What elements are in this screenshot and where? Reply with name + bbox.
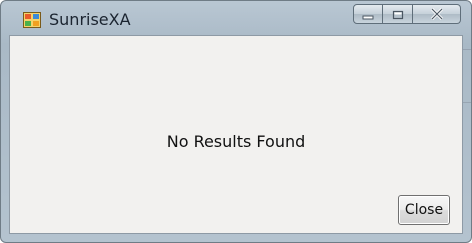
dialog-window: Find similar counting for people Exclude… — [0, 0, 472, 243]
dialog-content: No Results Found Close — [9, 35, 463, 234]
result-message: No Results Found — [166, 132, 306, 151]
close-icon — [430, 5, 444, 24]
caption-buttons — [353, 4, 461, 26]
app-icon — [23, 12, 41, 28]
maximize-icon — [392, 5, 404, 24]
minimize-button[interactable] — [353, 4, 383, 24]
window-title: SunriseXA — [49, 10, 131, 29]
maximize-button[interactable] — [383, 4, 413, 24]
close-button[interactable]: Close — [398, 195, 450, 225]
close-window-button[interactable] — [413, 4, 461, 24]
minimize-icon — [362, 5, 374, 24]
title-bar[interactable]: SunriseXA — [1, 1, 471, 35]
